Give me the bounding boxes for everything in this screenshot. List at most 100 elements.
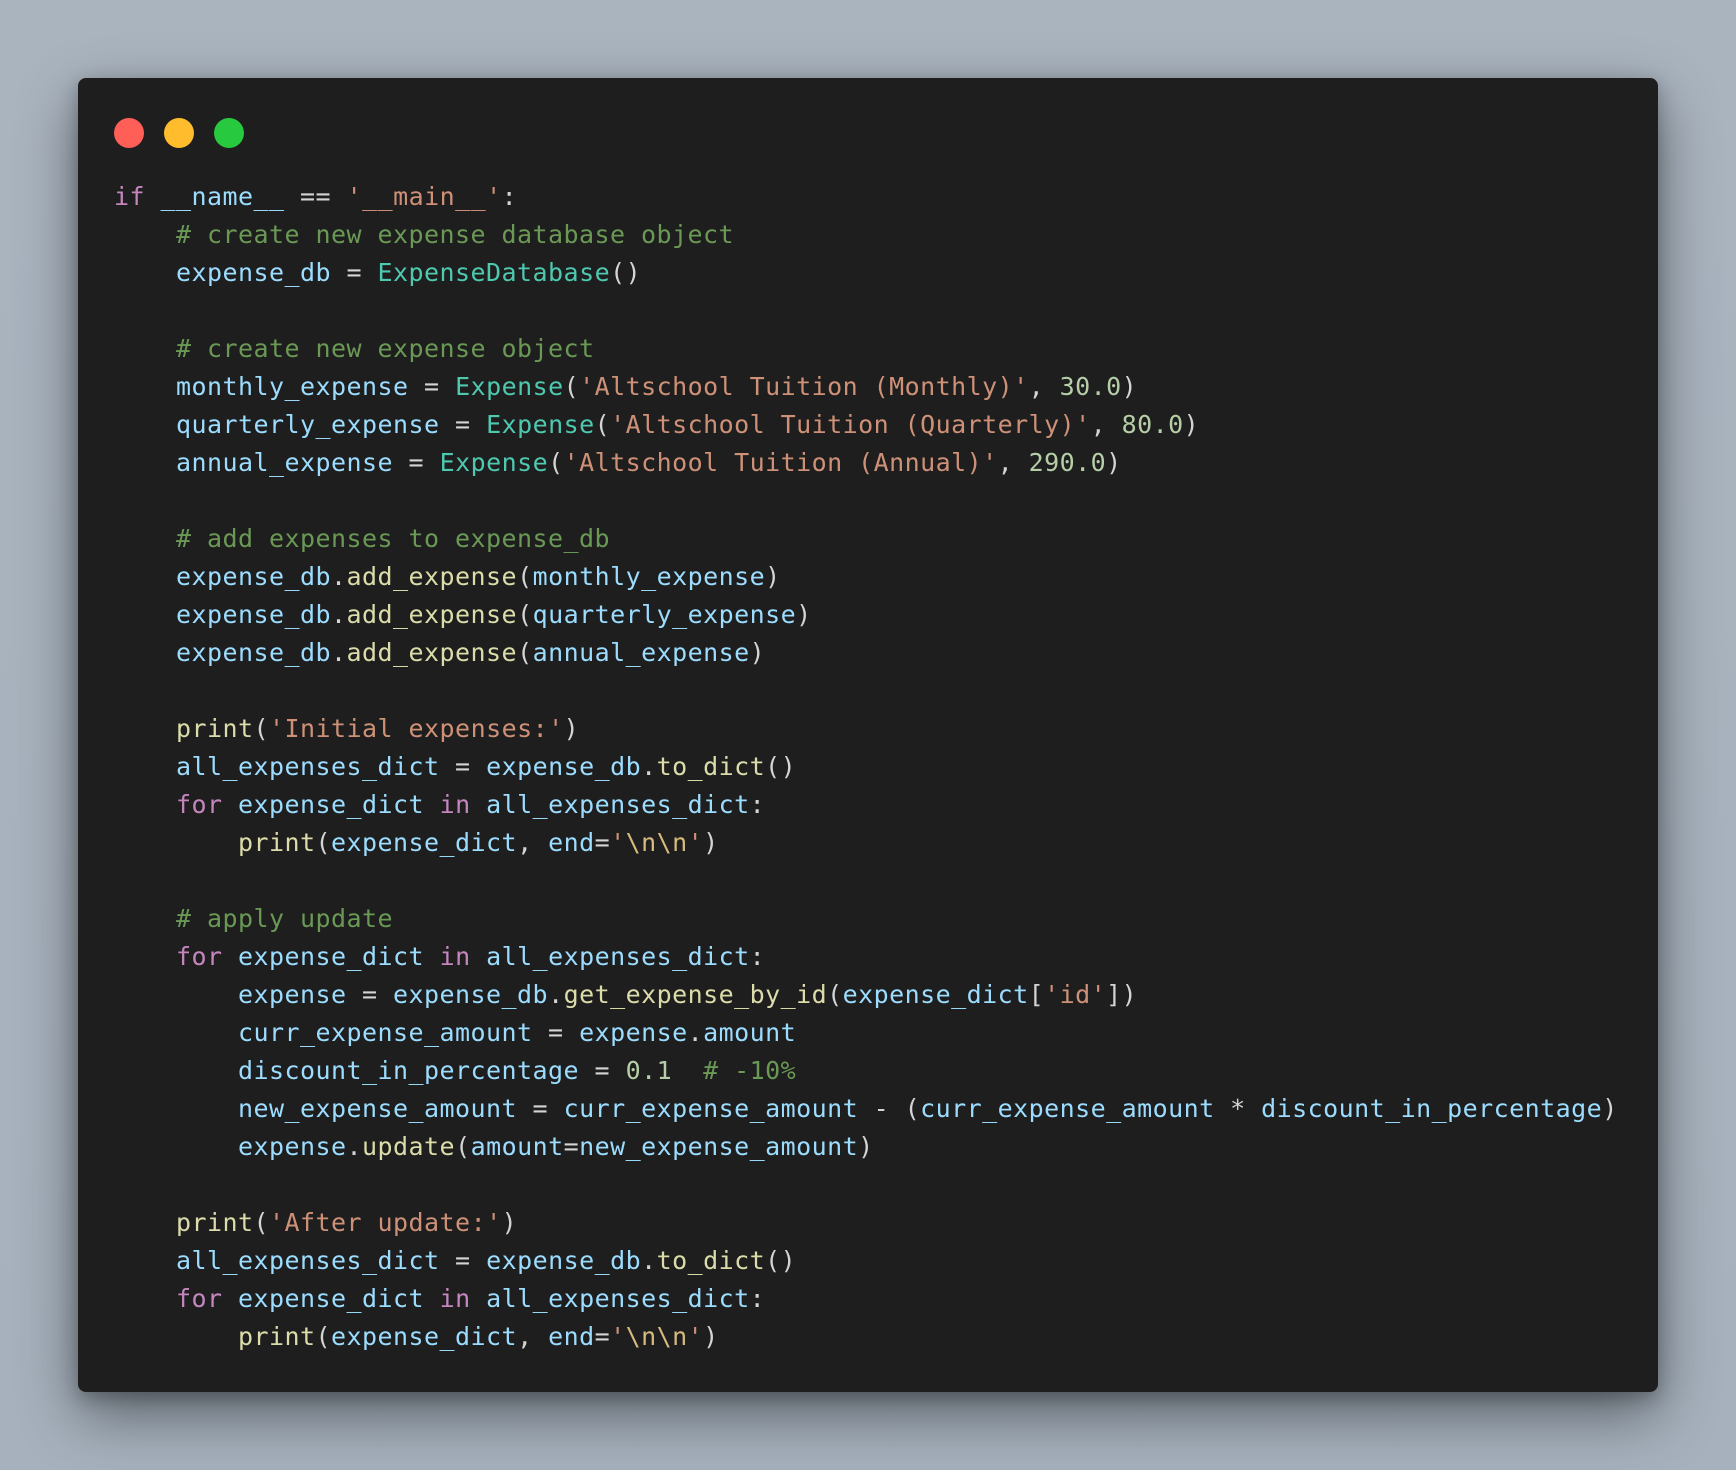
code-line: print('After update:') — [114, 1204, 1618, 1242]
punctuation-token: = — [563, 1132, 580, 1161]
punctuation-token: ( — [563, 372, 580, 401]
punctuation-token — [672, 1056, 703, 1085]
keyword-token: in — [439, 942, 471, 971]
punctuation-token — [471, 942, 487, 971]
punctuation-token: ( — [548, 448, 564, 477]
code-line: expense_db.add_expense(quarterly_expense… — [114, 596, 1618, 634]
code-line: curr_expense_amount = expense.amount — [114, 1014, 1618, 1052]
punctuation-token: ) — [1183, 410, 1200, 439]
punctuation-token — [145, 182, 161, 211]
punctuation-token: ) — [563, 714, 580, 743]
punctuation-token: ( — [253, 714, 270, 743]
punctuation-token — [424, 790, 440, 819]
punctuation-token: = — [439, 410, 487, 439]
identifier-token: discount_in_percentage — [238, 1056, 580, 1085]
close-button[interactable] — [114, 118, 144, 148]
punctuation-token: ) — [858, 1132, 874, 1161]
number-token: 0.1 — [625, 1056, 673, 1085]
function-name-token: add_expense — [346, 600, 518, 629]
code-line: discount_in_percentage = 0.1 # -10% — [114, 1052, 1618, 1090]
function-name-token: get_expense_by_id — [563, 980, 828, 1009]
punctuation-token — [471, 790, 487, 819]
string-token: ' — [610, 1322, 626, 1351]
punctuation-token — [223, 1284, 239, 1313]
identifier-token: monthly_expense — [176, 372, 409, 401]
maximize-button[interactable] — [214, 118, 244, 148]
punctuation-token: * — [1214, 1094, 1262, 1123]
string-token: 'Altschool Tuition (Monthly)' — [579, 372, 1029, 401]
punctuation-token: = — [331, 258, 378, 287]
code-block: if __name__ == '__main__': # create new … — [114, 178, 1618, 1356]
code-line: annual_expense = Expense('Altschool Tuit… — [114, 444, 1618, 482]
punctuation-token: ( — [594, 410, 611, 439]
keyword-token: for — [176, 942, 223, 971]
identifier-token: expense_dict — [238, 942, 425, 971]
punctuation-token: . — [331, 600, 347, 629]
identifier-token: expense_db — [393, 980, 549, 1009]
keyword-token: for — [176, 1284, 223, 1313]
identifier-token: __name__ — [160, 182, 285, 211]
punctuation-token: ( — [253, 1208, 270, 1237]
code-line: expense_db.add_expense(annual_expense) — [114, 634, 1618, 672]
identifier-token: all_expenses_dict — [176, 1246, 440, 1275]
punctuation-token: : — [749, 790, 766, 819]
punctuation-token: : — [749, 942, 766, 971]
punctuation-token: ( — [517, 600, 533, 629]
code-line: expense_db.add_expense(monthly_expense) — [114, 558, 1618, 596]
class-name-token: Expense — [439, 448, 549, 477]
punctuation-token: = — [393, 448, 440, 477]
comment-token: # create new expense object — [176, 334, 595, 363]
punctuation-token: , — [1028, 372, 1060, 401]
comment-token: # -10% — [703, 1056, 797, 1085]
identifier-token: monthly_expense — [532, 562, 766, 591]
identifier-token: expense_db — [176, 638, 332, 667]
punctuation-token: ( — [315, 1322, 332, 1351]
punctuation-token: = — [517, 1094, 564, 1123]
punctuation-token — [471, 1284, 487, 1313]
punctuation-token: = — [579, 1056, 626, 1085]
identifier-token: all_expenses_dict — [486, 790, 750, 819]
punctuation-token: ( — [827, 980, 843, 1009]
string-token: 'Altschool Tuition (Quarterly)' — [610, 410, 1091, 439]
string-token: 'Altschool Tuition (Annual)' — [563, 448, 998, 477]
punctuation-token: - ( — [858, 1094, 921, 1123]
code-line: # create new expense object — [114, 330, 1618, 368]
comment-token: # apply update — [176, 904, 394, 933]
identifier-token: quarterly_expense — [532, 600, 797, 629]
punctuation-token: [ — [1028, 980, 1045, 1009]
punctuation-token: ) — [796, 600, 812, 629]
identifier-token: annual_expense — [532, 638, 750, 667]
string-token: ' — [687, 828, 704, 857]
function-name-token: add_expense — [346, 638, 518, 667]
function-name-token: to_dict — [656, 752, 766, 781]
identifier-token: expense — [238, 980, 347, 1009]
punctuation-token: = — [439, 752, 487, 781]
code-line: expense.update(amount=new_expense_amount… — [114, 1128, 1618, 1166]
identifier-token: expense_dict — [842, 980, 1029, 1009]
code-line: for expense_dict in all_expenses_dict: — [114, 1280, 1618, 1318]
class-name-token: Expense — [455, 372, 564, 401]
identifier-token: quarterly_expense — [176, 410, 440, 439]
punctuation-token — [424, 942, 440, 971]
identifier-token: new_expense_amount — [579, 1132, 859, 1161]
identifier-token: curr_expense_amount — [920, 1094, 1215, 1123]
punctuation-token: , — [517, 1322, 549, 1351]
minimize-button[interactable] — [164, 118, 194, 148]
